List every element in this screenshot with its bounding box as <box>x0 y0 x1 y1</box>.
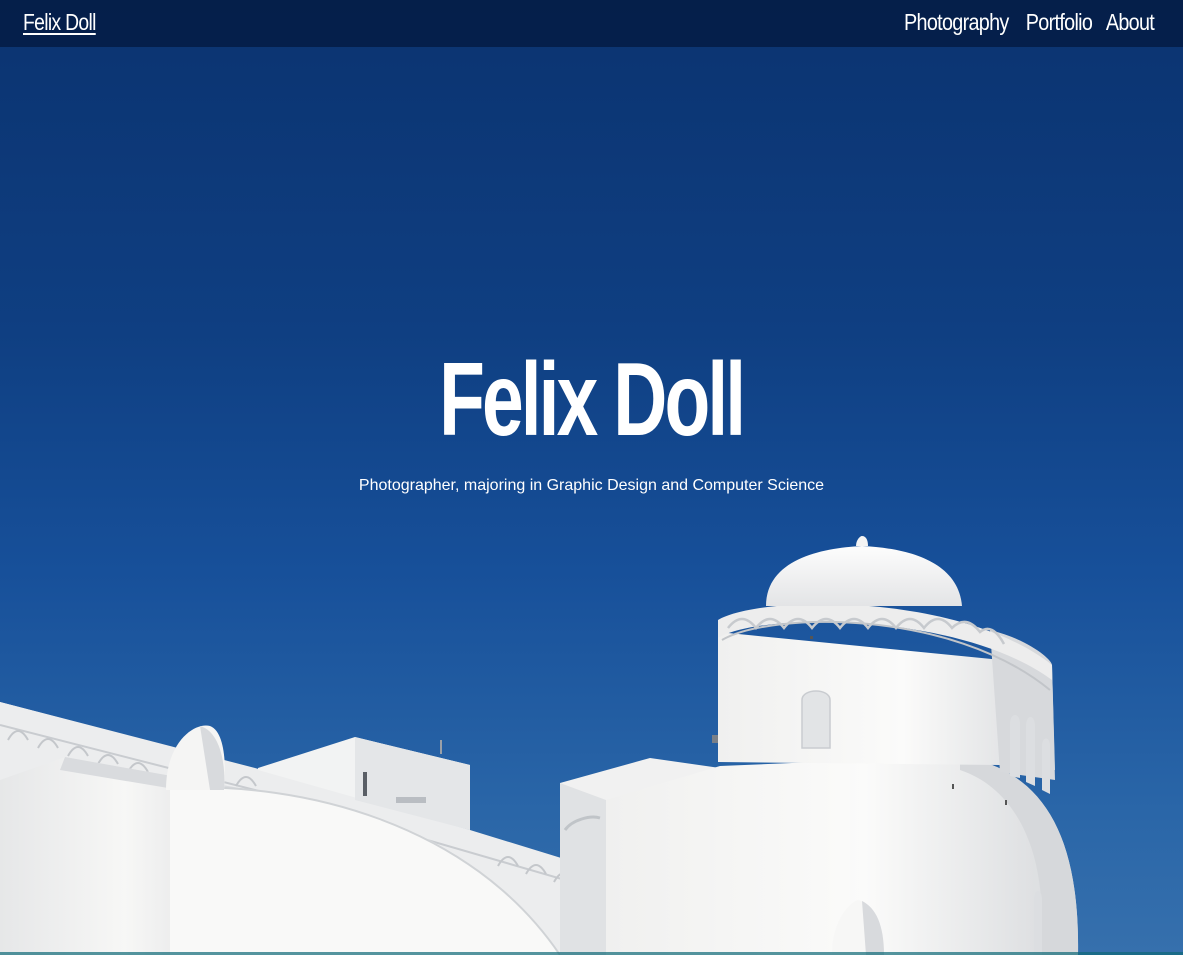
main-nav: Photography Portfolio About <box>881 9 1155 36</box>
nav-link-photography[interactable]: Photography <box>904 9 1009 36</box>
hero-subtitle: Photographer, majoring in Graphic Design… <box>358 477 825 494</box>
top-navbar: Felix Doll Photography Portfolio About <box>0 0 1183 47</box>
brand-home-link[interactable]: Felix Doll <box>23 9 96 36</box>
nav-link-about[interactable]: About <box>1106 9 1155 36</box>
hero-title: Felix Doll <box>439 342 746 458</box>
hero-section: Felix Doll Photographer, majoring in Gra… <box>0 345 1183 495</box>
page: Felix Doll Photography Portfolio About F… <box>0 0 1183 955</box>
nav-link-portfolio[interactable]: Portfolio <box>1026 9 1093 36</box>
